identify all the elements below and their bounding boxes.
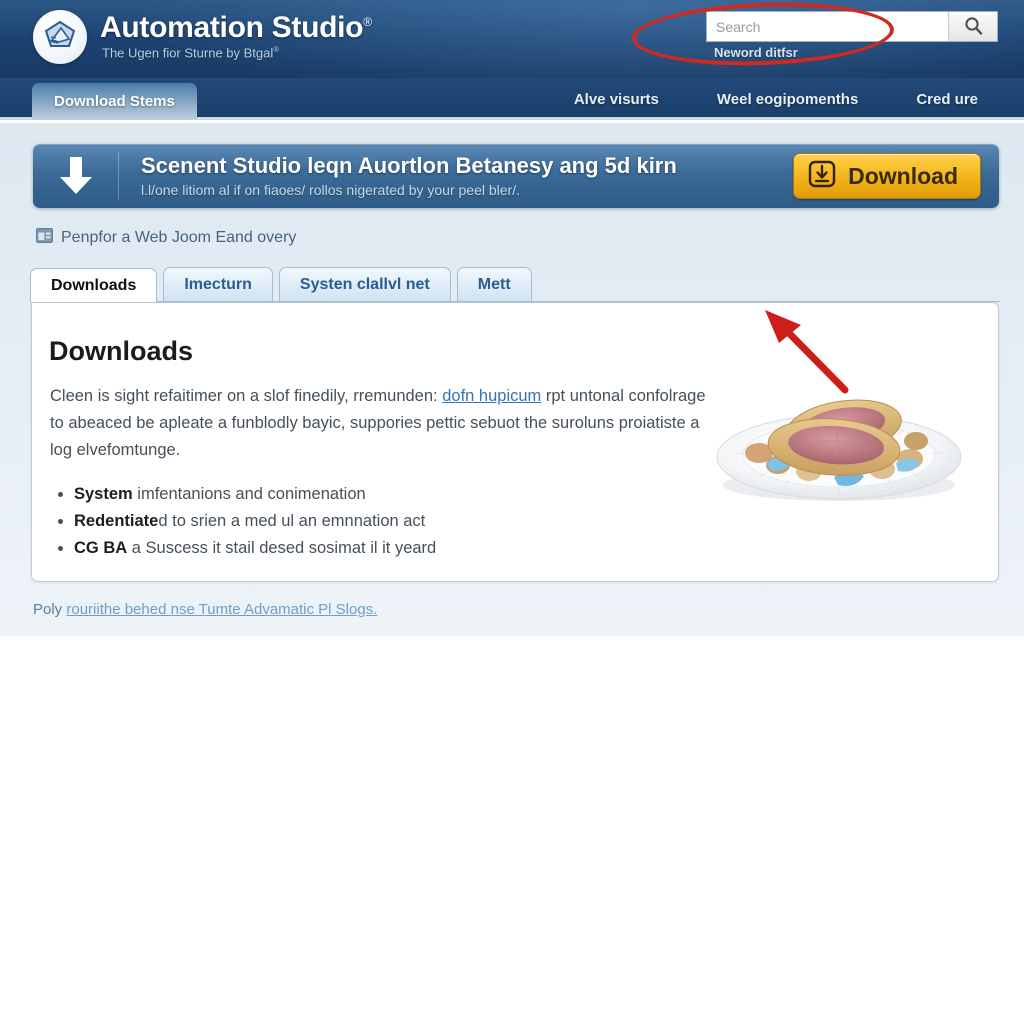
navbar-links: Alve visurts Weel eogipomenths Cred ure (574, 78, 978, 120)
brand-tagline-text: The Ugen fior Sturne by Btgal (102, 45, 274, 61)
tab-systen-clallvl-net[interactable]: Systen clallvl net (278, 267, 451, 301)
brand-title-text: Automation Studio (100, 11, 364, 44)
tab-downloads[interactable]: Downloads (30, 268, 158, 302)
banner-text-block: Scenent Studio leqn Auortlon Betanesy an… (119, 153, 793, 198)
footer-link[interactable]: rouriithe behed nse Tumte Advamatic Pl S… (66, 601, 377, 618)
feature-list: System imfentanions and conimenation Red… (74, 481, 694, 562)
download-button-label: Download (848, 162, 958, 189)
list-item-strong: System (74, 485, 133, 503)
plate-of-food-image (714, 363, 976, 513)
page-root: Automation Studio® The Ugen fior Sturne … (0, 0, 1024, 1024)
page-window-icon (36, 228, 53, 248)
search-bar (706, 11, 998, 42)
content-paragraph: Cleen is sight refaitimer on a slof fine… (50, 383, 710, 464)
nav-link-1[interactable]: Alve visurts (574, 91, 659, 108)
search-note: Neword ditfsr (714, 45, 798, 60)
brand-logo[interactable] (33, 10, 87, 64)
search-input[interactable] (707, 12, 948, 41)
content-tabs: Downloads Imecturn Systen clallvl net Me… (30, 267, 1000, 302)
brand-title: Automation Studio® (100, 11, 372, 45)
main-navbar: Download Stems Alve visurts Weel eogipom… (0, 78, 1024, 120)
banner-title: Scenent Studio leqn Auortlon Betanesy an… (141, 153, 677, 179)
paragraph-part-1: Cleen is sight refaitimer on a slof fine… (50, 387, 443, 405)
tab-imecturn[interactable]: Imecturn (163, 267, 273, 301)
nav-link-2[interactable]: Weel eogipomenths (717, 91, 858, 108)
banner-subtitle: l.l/one litiom al if on fiaoes/ rollos n… (141, 181, 520, 198)
navbar-active-tab[interactable]: Download Stems (32, 83, 197, 120)
search-button[interactable] (948, 12, 997, 41)
download-banner: Scenent Studio leqn Auortlon Betanesy an… (33, 144, 999, 208)
brand-tagline: The Ugen fior Sturne by Btgal® (102, 45, 279, 60)
brand-tagline-mark: ® (273, 45, 280, 54)
breadcrumb[interactable]: Penpfor a Web Joom Eand overy (36, 228, 296, 248)
list-item-text: a Suscess it stail desed sosimat il it y… (127, 539, 437, 557)
list-item-text: d to srien a med ul an emnnation act (158, 512, 426, 530)
page-title: Downloads (49, 336, 194, 366)
list-item: Redentiated to srien a med ul an emnnati… (74, 508, 694, 535)
download-button[interactable]: Download (793, 153, 981, 199)
footer-prefix: Poly (33, 601, 67, 618)
download-arrow-icon (33, 152, 119, 200)
tab-mett[interactable]: Mett (456, 267, 532, 301)
list-item: System imfentanions and conimenation (74, 481, 694, 508)
shield-logo-icon (43, 19, 77, 56)
footer-note: Poly rouriithe behed nse Tumte Advamatic… (33, 601, 377, 618)
list-item: CG BA a Suscess it stail desed sosimat i… (74, 535, 694, 562)
breadcrumb-label: Penpfor a Web Joom Eand overy (61, 229, 297, 246)
brand-registered-mark: ® (363, 15, 372, 29)
content-card: Downloads Cleen is sight refaitimer on a… (31, 302, 999, 582)
list-item-strong: CG BA (74, 539, 128, 557)
download-circle-icon (808, 160, 836, 193)
list-item-strong: Redentiate (74, 512, 159, 530)
nav-link-3[interactable]: Cred ure (916, 91, 978, 108)
site-header: Automation Studio® The Ugen fior Sturne … (0, 0, 1024, 78)
inline-link[interactable]: dofn hupicum (442, 387, 541, 405)
list-item-text: imfentanions and conimenation (132, 485, 366, 503)
search-icon (964, 16, 983, 38)
